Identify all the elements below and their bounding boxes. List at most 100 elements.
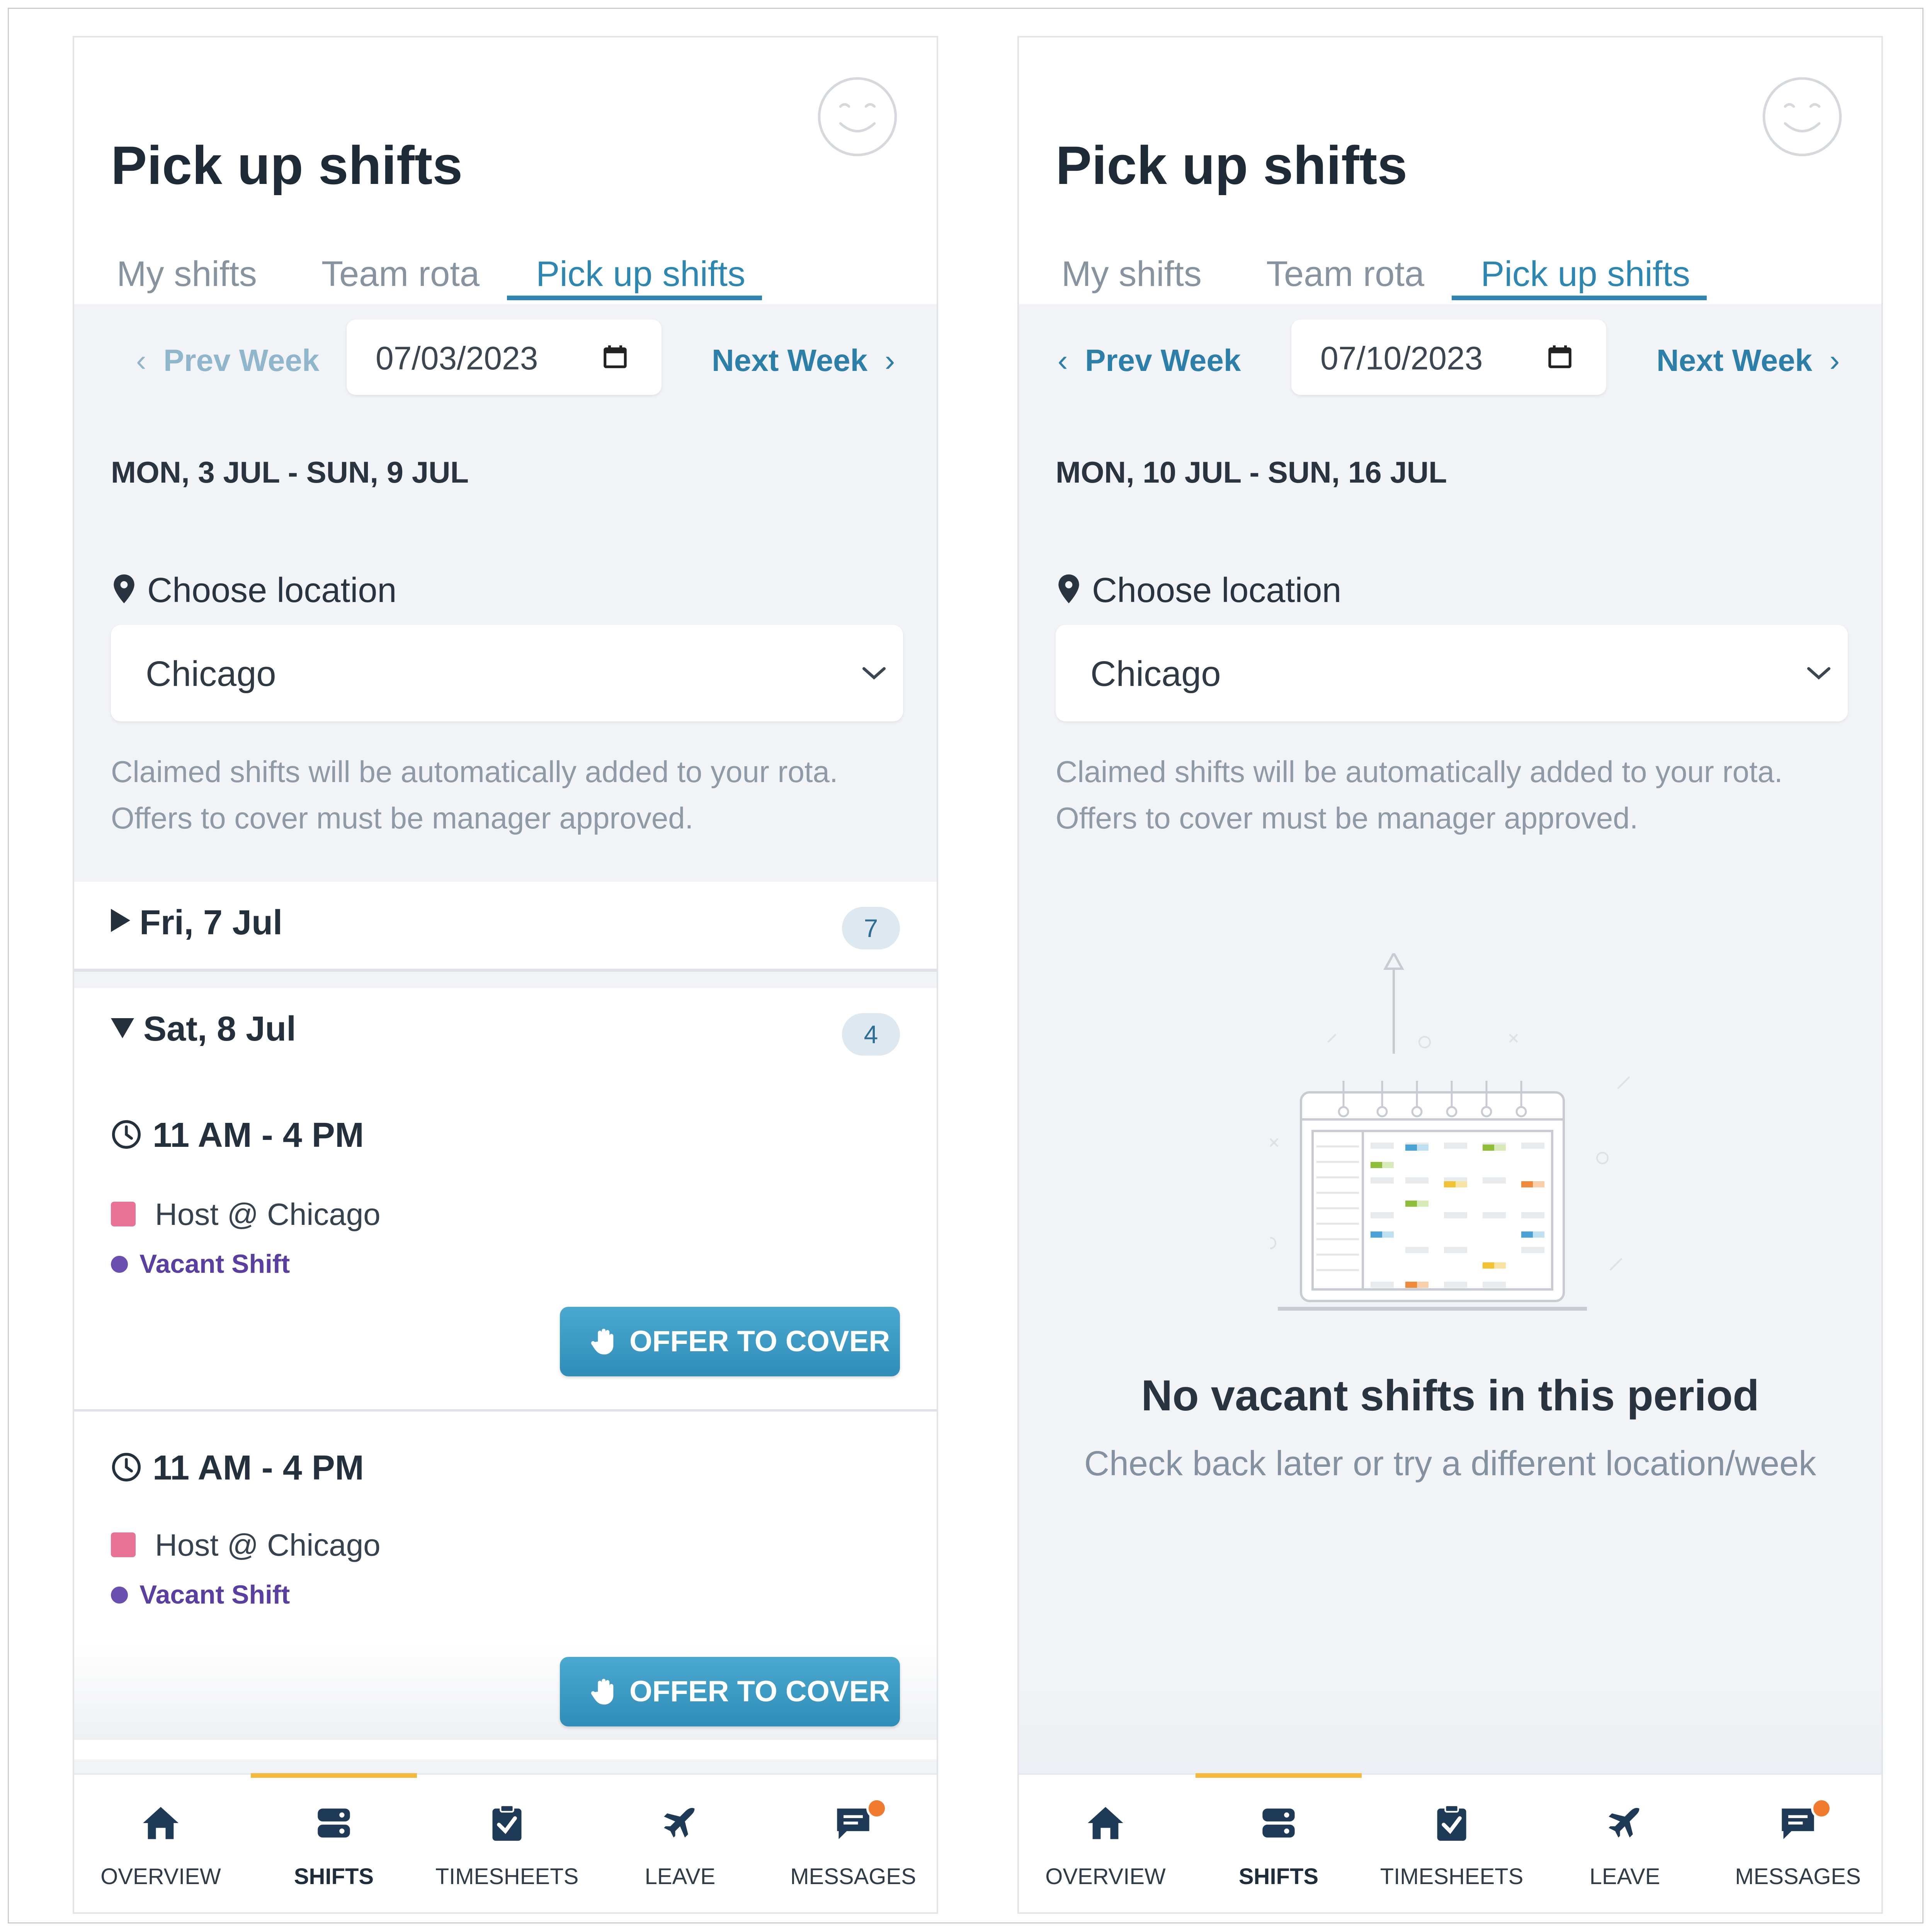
- location-value: Chicago: [1090, 654, 1221, 694]
- day-label: Fri, 7 Jul: [139, 903, 283, 942]
- nav-overview[interactable]: OVERVIEW: [1019, 1775, 1192, 1912]
- nav-shifts[interactable]: SHIFTS: [247, 1773, 420, 1912]
- clock-icon: [112, 1120, 141, 1149]
- nav-leave[interactable]: LEAVE: [1538, 1775, 1711, 1912]
- shift-count-badge: 7: [842, 907, 900, 949]
- hand-icon: [591, 1679, 614, 1705]
- bottom-navigation: OVERVIEW SHIFTS TIMESHEETS LEAVE MESSAGE…: [74, 1773, 937, 1912]
- info-line-2: Offers to cover must be manager approved…: [1056, 801, 1638, 835]
- vacant-dot: [111, 1587, 128, 1604]
- shift-role: Host @ Chicago: [155, 1197, 381, 1231]
- tab-team-rota[interactable]: Team rota: [1266, 254, 1424, 294]
- active-nav-indicator: [1196, 1773, 1362, 1778]
- chevron-right-icon: ›: [1812, 343, 1840, 378]
- phone-screen-week-2: Pick up shifts My shifts Team rota Pick …: [1017, 36, 1883, 1914]
- role-color-square: [111, 1202, 136, 1226]
- tab-pick-up-shifts[interactable]: Pick up shifts: [536, 254, 745, 294]
- expand-arrow-icon: [111, 909, 130, 932]
- screenshot-frame: Pick up shifts My shifts Team rota Pick …: [8, 8, 1923, 1923]
- week-range: MON, 10 JUL - SUN, 16 JUL: [1056, 455, 1447, 489]
- divider: [74, 969, 937, 972]
- day-row-fri[interactable]: Fri, 7 Jul 7: [74, 882, 937, 969]
- airplane-icon: [664, 1808, 695, 1838]
- empty-state-title: No vacant shifts in this period: [1141, 1371, 1759, 1420]
- shift-card: 11 AM - 4 PM Host @ Chicago Vacant Shift…: [74, 1081, 937, 1409]
- shift-time: 11 AM - 4 PM: [153, 1449, 364, 1487]
- prev-week-button[interactable]: ‹ Prev Week: [136, 343, 319, 378]
- active-nav-indicator: [251, 1773, 417, 1778]
- smiley-icon[interactable]: [815, 74, 900, 159]
- active-tab-indicator: [1452, 296, 1707, 300]
- prev-week-button[interactable]: ‹ Prev Week: [1058, 343, 1241, 378]
- clock-icon: [112, 1453, 141, 1481]
- info-line-1: Claimed shifts will be automatically add…: [1056, 755, 1783, 789]
- info-line-1: Claimed shifts will be automatically add…: [111, 755, 838, 789]
- vacant-label: Vacant Shift: [139, 1249, 290, 1279]
- shift-card: 11 AM - 4 PM Host @ Chicago Vacant Shift…: [74, 1412, 937, 1759]
- location-select[interactable]: Chicago: [1056, 625, 1848, 721]
- date-value: 07/10/2023: [1320, 340, 1483, 376]
- location-label: Choose location: [111, 571, 396, 611]
- airplane-icon: [1609, 1808, 1639, 1838]
- hand-icon: [591, 1328, 614, 1355]
- calendar-icon[interactable]: [1546, 343, 1573, 371]
- day-row-sat[interactable]: Sat, 8 Jul 4: [74, 988, 937, 1081]
- role-color-square: [111, 1532, 136, 1557]
- header: Pick up shifts My shifts Team rota Pick …: [1019, 37, 1881, 304]
- location-pin-icon: [114, 574, 134, 604]
- tab-bar: My shifts Team rota Pick up shifts: [74, 254, 937, 304]
- notification-dot: [866, 1798, 887, 1819]
- offer-to-cover-button[interactable]: OFFER TO COVER: [560, 1657, 900, 1726]
- scroll-fade: [1019, 1684, 1881, 1780]
- location-value: Chicago: [146, 654, 276, 694]
- nav-timesheets[interactable]: TIMESHEETS: [1365, 1775, 1538, 1912]
- shift-count-badge: 4: [842, 1013, 900, 1056]
- chevron-down-icon: [1807, 667, 1831, 680]
- info-text: Claimed shifts will be automatically add…: [111, 748, 838, 841]
- calendar-icon[interactable]: [602, 343, 629, 371]
- week-navigation: ‹ Prev Week 07/03/2023 Next Week ›: [74, 304, 937, 395]
- tab-my-shifts[interactable]: My shifts: [1061, 254, 1202, 294]
- tab-team-rota[interactable]: Team rota: [321, 254, 480, 294]
- location-pin-icon: [1058, 574, 1079, 604]
- date-picker[interactable]: 07/03/2023: [347, 320, 662, 395]
- date-picker[interactable]: 07/10/2023: [1291, 320, 1606, 395]
- nav-overview[interactable]: OVERVIEW: [74, 1775, 247, 1912]
- shift-time: 11 AM - 4 PM: [153, 1116, 364, 1155]
- collapse-arrow-icon: [111, 1018, 134, 1038]
- empty-state-subtitle: Check back later or try a different loca…: [1084, 1444, 1816, 1483]
- empty-calendar-illustration: [1270, 953, 1630, 1311]
- next-week-button[interactable]: Next Week ›: [712, 343, 895, 378]
- home-icon: [1088, 1807, 1123, 1839]
- home-icon: [143, 1807, 179, 1839]
- chevron-left-icon: ‹: [136, 343, 164, 378]
- offer-to-cover-button[interactable]: OFFER TO COVER: [560, 1307, 900, 1376]
- week-range: MON, 3 JUL - SUN, 9 JUL: [111, 455, 469, 489]
- nav-leave[interactable]: LEAVE: [594, 1775, 767, 1912]
- chevron-down-icon: [862, 667, 886, 680]
- nav-shifts[interactable]: SHIFTS: [1192, 1773, 1365, 1912]
- tab-pick-up-shifts[interactable]: Pick up shifts: [1481, 254, 1690, 294]
- shifts-icon: [318, 1808, 350, 1838]
- vacant-dot: [111, 1256, 128, 1273]
- nav-timesheets[interactable]: TIMESHEETS: [420, 1775, 594, 1912]
- vacant-label: Vacant Shift: [139, 1580, 290, 1609]
- chevron-right-icon: ›: [867, 343, 895, 378]
- day-label: Sat, 8 Jul: [143, 1010, 296, 1048]
- week-navigation: ‹ Prev Week 07/10/2023 Next Week ›: [1019, 304, 1881, 395]
- tab-my-shifts[interactable]: My shifts: [117, 254, 257, 294]
- bottom-navigation: OVERVIEW SHIFTS TIMESHEETS LEAVE MESSAGE…: [1019, 1773, 1881, 1912]
- info-line-2: Offers to cover must be manager approved…: [111, 801, 694, 835]
- location-select[interactable]: Chicago: [111, 625, 903, 721]
- active-tab-indicator: [507, 296, 762, 300]
- clipboard-check-icon: [492, 1804, 522, 1841]
- notification-dot: [1811, 1798, 1832, 1819]
- smiley-icon[interactable]: [1760, 74, 1845, 159]
- header: Pick up shifts My shifts Team rota Pick …: [74, 37, 937, 304]
- clipboard-check-icon: [1437, 1804, 1466, 1841]
- shift-role: Host @ Chicago: [155, 1528, 381, 1562]
- nav-messages[interactable]: MESSAGES: [1711, 1775, 1881, 1912]
- nav-messages[interactable]: MESSAGES: [767, 1775, 937, 1912]
- tab-bar: My shifts Team rota Pick up shifts: [1019, 254, 1881, 304]
- next-week-button[interactable]: Next Week ›: [1656, 343, 1840, 378]
